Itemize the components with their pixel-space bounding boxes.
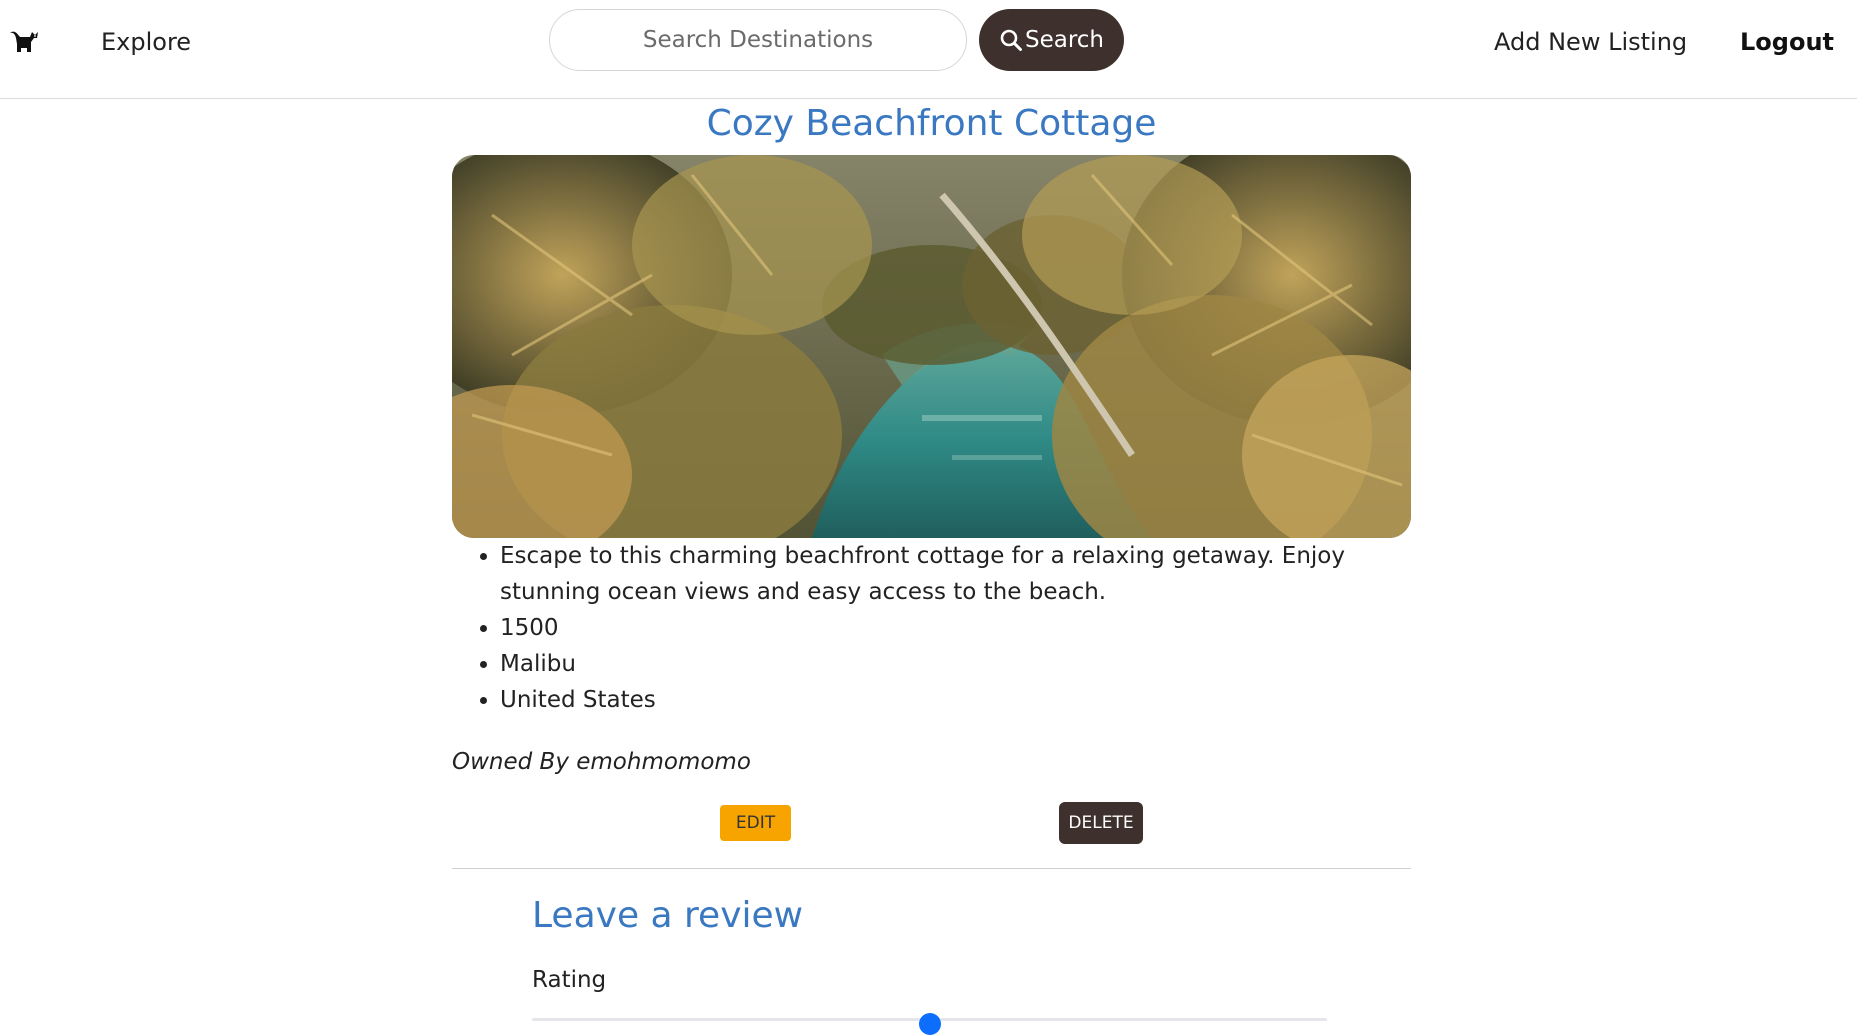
listing-title: Cozy Beachfront Cottage bbox=[706, 103, 1157, 144]
delete-button[interactable]: DELETE bbox=[1059, 802, 1143, 844]
listing-location: Malibu bbox=[500, 646, 1411, 682]
add-new-listing-link[interactable]: Add New Listing bbox=[1494, 26, 1687, 58]
cat-logo-icon[interactable] bbox=[8, 24, 42, 58]
search-icon bbox=[999, 28, 1023, 52]
navbar: Explore Search Add New Listing Logout bbox=[0, 0, 1857, 99]
search-input[interactable] bbox=[549, 9, 967, 71]
listing-details-list: Escape to this charming beachfront cotta… bbox=[452, 538, 1411, 718]
listing-description: Escape to this charming beachfront cotta… bbox=[500, 538, 1411, 610]
listing-country: United States bbox=[500, 682, 1411, 718]
edit-button[interactable]: EDIT bbox=[720, 805, 791, 841]
listing-price: 1500 bbox=[500, 610, 1411, 646]
rating-label: Rating bbox=[532, 967, 607, 993]
search-button[interactable]: Search bbox=[979, 9, 1124, 71]
search-button-label: Search bbox=[1024, 27, 1105, 53]
rating-slider-thumb[interactable] bbox=[918, 1013, 941, 1035]
logout-link[interactable]: Logout bbox=[1740, 26, 1834, 58]
divider bbox=[452, 868, 1411, 869]
listing-image bbox=[452, 155, 1411, 538]
review-heading: Leave a review bbox=[532, 895, 804, 936]
listing-owner: Owned By emohmomomo bbox=[452, 749, 751, 775]
nav-explore-link[interactable]: Explore bbox=[101, 26, 191, 58]
